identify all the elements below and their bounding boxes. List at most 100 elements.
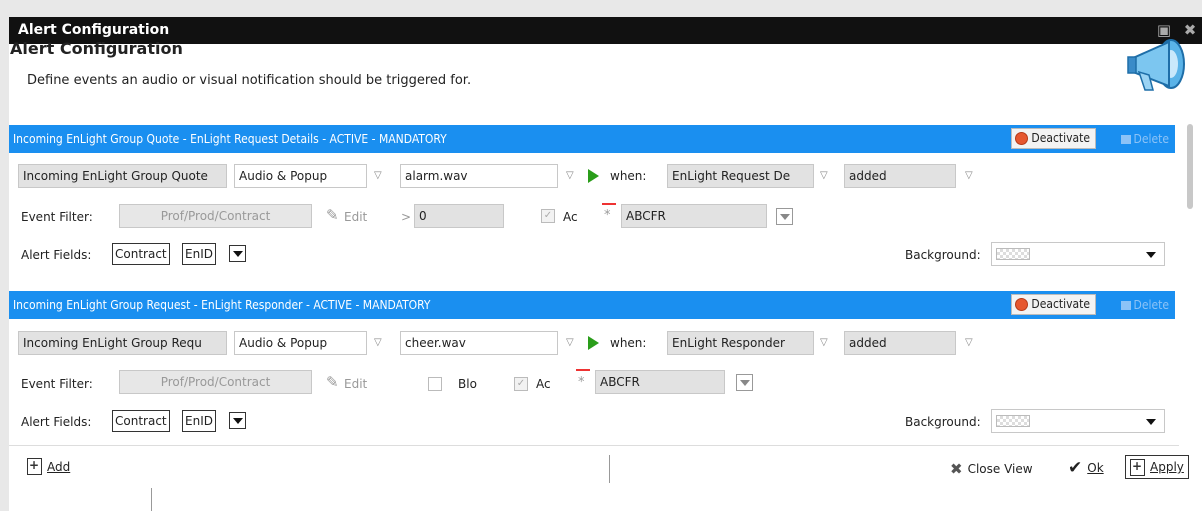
- color-swatch: [996, 415, 1030, 427]
- event-filter-label: Event Filter:: [21, 377, 93, 391]
- add-label: Add: [47, 459, 71, 474]
- close-icon[interactable]: ✖: [1182, 22, 1198, 38]
- alert-group-title: Incoming EnLight Group Request - EnLight…: [13, 298, 431, 312]
- alert-type-select[interactable]: Audio & Popup: [234, 331, 367, 355]
- alert-fields-dropdown-button[interactable]: [229, 412, 246, 429]
- megaphone-icon: [1127, 39, 1185, 91]
- delete-button[interactable]: Delete: [1120, 125, 1169, 153]
- chevron-down-icon: [1146, 419, 1156, 425]
- add-button[interactable]: Add: [27, 458, 70, 475]
- filter-input[interactable]: Prof/Prod/Contract: [119, 204, 312, 228]
- chevron-down-icon[interactable]: ▽: [374, 337, 382, 348]
- deactivate-button[interactable]: Deactivate: [1011, 128, 1096, 149]
- background-label: Background:: [905, 248, 981, 262]
- when-label: when:: [610, 169, 647, 183]
- code-dropdown-button[interactable]: [736, 374, 753, 391]
- maximize-icon[interactable]: ▣: [1156, 22, 1172, 38]
- alert-type-select[interactable]: Audio & Popup: [234, 164, 367, 188]
- alert-fields-label: Alert Fields:: [21, 248, 92, 262]
- page-subtitle: Define events an audio or visual notific…: [27, 73, 472, 88]
- apply-button[interactable]: Apply: [1125, 455, 1189, 479]
- delete-label: Delete: [1133, 132, 1169, 146]
- alert-field-tag[interactable]: EnID: [182, 243, 216, 265]
- alert-fields-dropdown-button[interactable]: [229, 245, 246, 262]
- alert-group-title: Incoming EnLight Group Quote - EnLight R…: [13, 132, 447, 146]
- required-star-icon: *: [604, 208, 611, 223]
- when-source-select[interactable]: EnLight Responder: [667, 331, 814, 355]
- background-color-select[interactable]: [991, 242, 1165, 266]
- required-star-icon: *: [578, 375, 585, 390]
- when-label: when:: [610, 336, 647, 350]
- sound-file-select[interactable]: alarm.wav: [400, 164, 558, 188]
- chevron-down-icon[interactable]: ▽: [820, 337, 828, 348]
- threshold-input[interactable]: 0: [414, 204, 504, 228]
- delete-icon: [1120, 134, 1131, 144]
- close-view-icon: ✖: [950, 460, 963, 478]
- apply-document-icon: [1130, 458, 1145, 476]
- ac-checkbox[interactable]: ✓: [541, 209, 555, 223]
- color-swatch: [996, 248, 1030, 260]
- window-titlebar: Alert Configuration ▣ ✖: [9, 17, 1202, 44]
- footer-divider: [9, 445, 1179, 446]
- edit-button[interactable]: Edit: [344, 377, 367, 391]
- event-name-field[interactable]: Incoming EnLight Group Quote: [18, 164, 227, 188]
- delete-button[interactable]: Delete: [1120, 291, 1169, 319]
- checkmark-icon: ✔: [1068, 458, 1083, 478]
- ac-checkbox[interactable]: ✓: [514, 377, 528, 391]
- deactivate-label: Deactivate: [1031, 297, 1090, 311]
- apply-label: Apply: [1150, 460, 1184, 474]
- delete-label: Delete: [1133, 298, 1169, 312]
- alert-group-header[interactable]: Incoming EnLight Group Request - EnLight…: [9, 291, 1175, 319]
- deactivate-label: Deactivate: [1031, 131, 1090, 145]
- filter-input[interactable]: Prof/Prod/Contract: [119, 370, 312, 394]
- ac-label: Ac: [563, 210, 578, 224]
- code-input[interactable]: ABCFR: [621, 204, 767, 228]
- chevron-down-icon: [1146, 252, 1156, 258]
- play-icon[interactable]: [588, 169, 599, 183]
- close-view-label: Close View: [967, 462, 1033, 476]
- deactivate-button[interactable]: Deactivate: [1011, 294, 1096, 315]
- blo-checkbox[interactable]: [428, 377, 442, 391]
- edit-icon[interactable]: ✎: [326, 373, 339, 391]
- ac-label: Ac: [536, 377, 551, 391]
- alert-fields-label: Alert Fields:: [21, 415, 92, 429]
- required-marker: [576, 369, 590, 371]
- delete-icon: [1120, 300, 1131, 310]
- footer-separator: [609, 455, 610, 483]
- chevron-down-icon[interactable]: ▽: [965, 170, 973, 181]
- background-color-select[interactable]: [991, 409, 1165, 433]
- alert-field-tag[interactable]: Contract: [112, 410, 170, 432]
- event-name-field[interactable]: Incoming EnLight Group Requ: [18, 331, 227, 355]
- chevron-down-icon[interactable]: ▽: [820, 170, 828, 181]
- chevron-down-icon[interactable]: ▽: [374, 170, 382, 181]
- when-source-select[interactable]: EnLight Request De: [667, 164, 814, 188]
- vertical-scrollbar[interactable]: [1187, 124, 1193, 209]
- ok-button[interactable]: ✔ Ok: [1068, 458, 1104, 478]
- alert-field-tag[interactable]: EnID: [182, 410, 216, 432]
- ok-label: Ok: [1087, 461, 1104, 475]
- code-dropdown-button[interactable]: [776, 208, 793, 225]
- when-event-select[interactable]: added: [844, 164, 956, 188]
- add-document-icon: [27, 458, 42, 475]
- background-label: Background:: [905, 415, 981, 429]
- gt-label: >: [401, 210, 412, 224]
- blo-label: Blo: [458, 377, 477, 391]
- event-filter-label: Event Filter:: [21, 210, 93, 224]
- alert-field-tag[interactable]: Contract: [112, 243, 170, 265]
- alert-group-header[interactable]: Incoming EnLight Group Quote - EnLight R…: [9, 125, 1175, 153]
- code-input[interactable]: ABCFR: [595, 370, 725, 394]
- chevron-down-icon[interactable]: ▽: [566, 170, 574, 181]
- window-title: Alert Configuration: [18, 22, 170, 38]
- when-event-select[interactable]: added: [844, 331, 956, 355]
- required-marker: [602, 203, 616, 205]
- stop-icon: [1015, 298, 1029, 311]
- chevron-down-icon[interactable]: ▽: [566, 337, 574, 348]
- edit-button[interactable]: Edit: [344, 210, 367, 224]
- sound-file-select[interactable]: cheer.wav: [400, 331, 558, 355]
- edit-icon[interactable]: ✎: [326, 206, 339, 224]
- play-icon[interactable]: [588, 336, 599, 350]
- cursor-line: [151, 488, 152, 511]
- page-title: Alert Configuration: [10, 39, 183, 58]
- close-view-button[interactable]: ✖ Close View: [950, 460, 1033, 478]
- chevron-down-icon[interactable]: ▽: [965, 337, 973, 348]
